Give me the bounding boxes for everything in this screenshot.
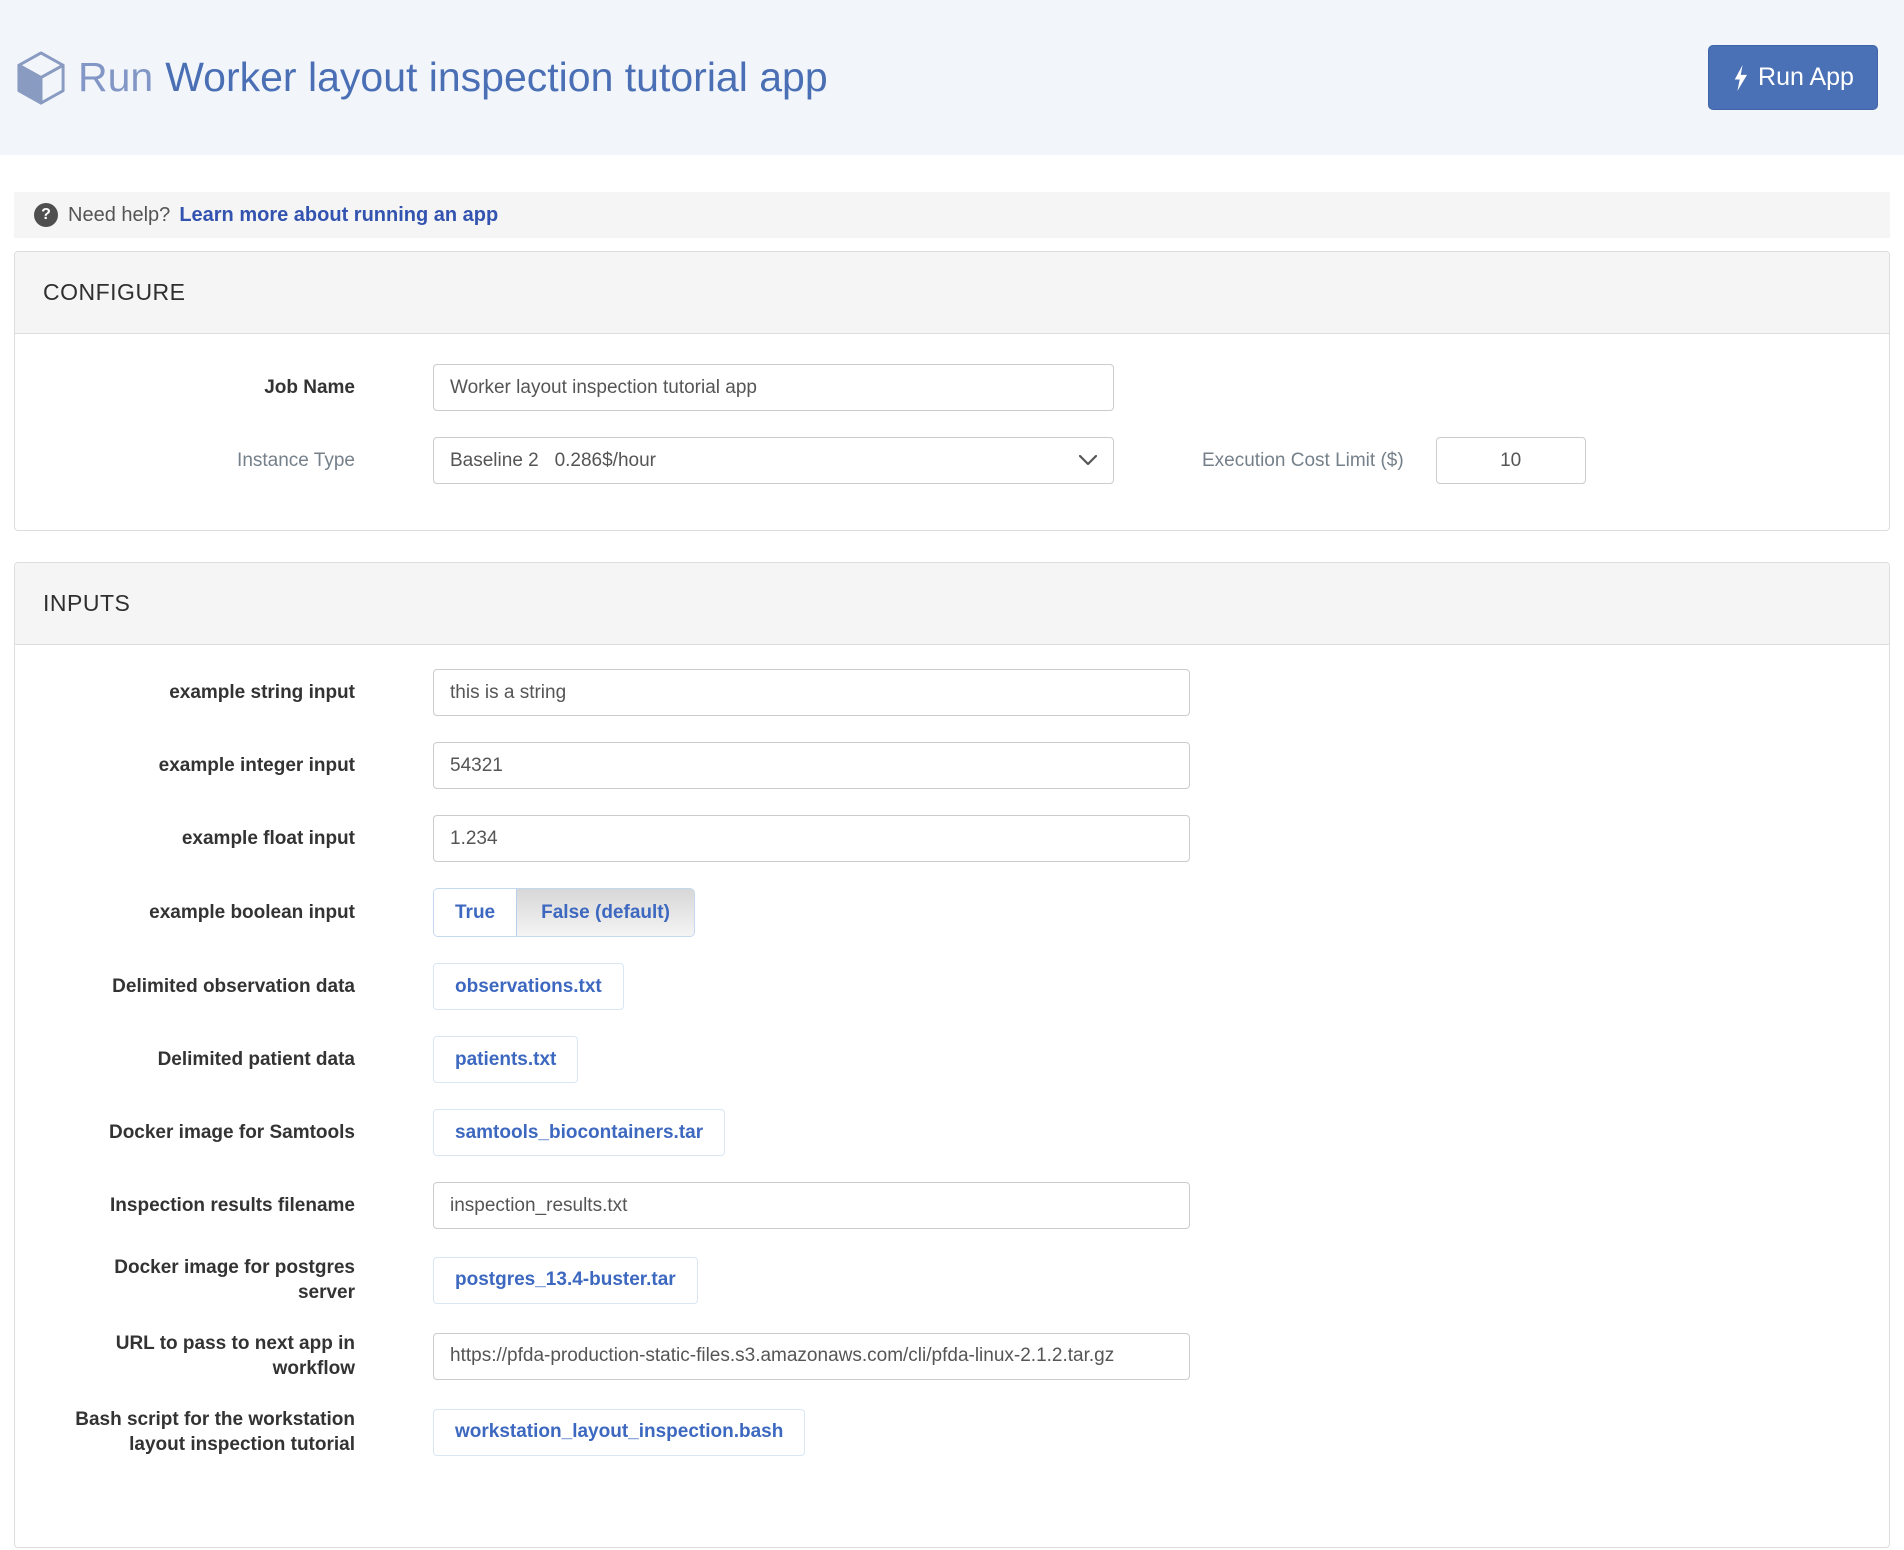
job-name-label: Job Name [264, 376, 355, 398]
bash-script-row: Bash script for the workstation layout i… [55, 1407, 1861, 1457]
instance-type-label: Instance Type [237, 449, 355, 471]
patient-data-label: Delimited patient data [157, 1048, 355, 1070]
url-input-row: URL to pass to next app in workflow [55, 1331, 1861, 1381]
question-mark-icon: ? [34, 203, 58, 227]
float-input-row: example float input [55, 815, 1861, 862]
run-app-button[interactable]: Run App [1708, 45, 1878, 110]
inputs-section-title: INPUTS [15, 563, 1889, 645]
boolean-input-row: example boolean input True False (defaul… [55, 888, 1861, 937]
instance-type-select[interactable]: Baseline 2 0.286$/hour [433, 437, 1114, 484]
boolean-false-button[interactable]: False (default) [516, 889, 694, 936]
integer-input[interactable] [433, 742, 1190, 789]
boolean-input-label: example boolean input [149, 901, 355, 923]
lightning-bolt-icon [1732, 64, 1749, 91]
bash-script-file-chip[interactable]: workstation_layout_inspection.bash [433, 1408, 806, 1456]
cost-limit-input[interactable] [1435, 437, 1586, 484]
patient-file-chip[interactable]: patients.txt [433, 1036, 579, 1083]
string-input-label: example string input [169, 681, 355, 703]
postgres-docker-row: Docker image for postgres server postgre… [55, 1255, 1861, 1305]
configure-section-title: CONFIGURE [15, 252, 1889, 334]
patient-data-row: Delimited patient data patients.txt [55, 1036, 1861, 1083]
float-input-label: example float input [181, 827, 355, 849]
boolean-true-button[interactable]: True [434, 889, 517, 936]
samtools-file-chip[interactable]: samtools_biocontainers.tar [433, 1109, 726, 1156]
app-cube-icon [16, 50, 66, 105]
page-title: Run Worker layout inspection tutorial app [78, 54, 828, 101]
samtools-docker-label: Docker image for Samtools [108, 1121, 355, 1143]
help-bar: ? Need help? Learn more about running an… [14, 192, 1890, 238]
instance-type-value: Baseline 2 0.286$/hour [450, 449, 656, 471]
results-filename-label: Inspection results filename [110, 1194, 355, 1216]
observation-file-chip[interactable]: observations.txt [433, 963, 624, 1010]
string-input-row: example string input [55, 669, 1861, 716]
bash-script-label: Bash script for the workstation layout i… [75, 1409, 355, 1456]
page-header: Run Worker layout inspection tutorial app… [0, 0, 1904, 155]
observation-data-label: Delimited observation data [112, 975, 355, 997]
float-input[interactable] [433, 815, 1190, 862]
chevron-down-icon [1079, 455, 1097, 466]
help-text: Need help? [68, 203, 171, 226]
learn-more-link[interactable]: Learn more about running an app [179, 204, 498, 227]
string-input[interactable] [433, 669, 1190, 716]
url-input[interactable] [433, 1332, 1190, 1380]
job-name-input[interactable] [433, 364, 1114, 411]
integer-input-row: example integer input [55, 742, 1861, 789]
integer-input-label: example integer input [158, 754, 355, 776]
page-title-prefix: Run [78, 54, 154, 100]
boolean-toggle-group: True False (default) [433, 888, 695, 937]
configure-panel: CONFIGURE Job Name Instance Type Baselin… [14, 251, 1890, 531]
postgres-docker-label: Docker image for postgres server [114, 1257, 355, 1304]
url-input-label: URL to pass to next app in workflow [115, 1333, 355, 1380]
results-filename-input[interactable] [433, 1182, 1190, 1229]
job-name-row: Job Name [55, 364, 1861, 411]
app-name: Worker layout inspection tutorial app [165, 54, 828, 100]
inputs-panel: INPUTS example string input example inte… [14, 562, 1890, 1549]
run-app-button-label: Run App [1758, 63, 1854, 91]
inputs-body: example string input example integer inp… [15, 645, 1889, 1547]
observation-data-row: Delimited observation data observations.… [55, 963, 1861, 1010]
configure-body: Job Name Instance Type Baseline 2 0.286$… [15, 334, 1889, 530]
samtools-docker-row: Docker image for Samtools samtools_bioco… [55, 1109, 1861, 1156]
instance-type-row: Instance Type Baseline 2 0.286$/hour Exe… [55, 437, 1861, 484]
results-filename-row: Inspection results filename [55, 1182, 1861, 1229]
cost-limit-label: Execution Cost Limit ($) [1202, 449, 1404, 471]
postgres-file-chip[interactable]: postgres_13.4-buster.tar [433, 1256, 698, 1304]
